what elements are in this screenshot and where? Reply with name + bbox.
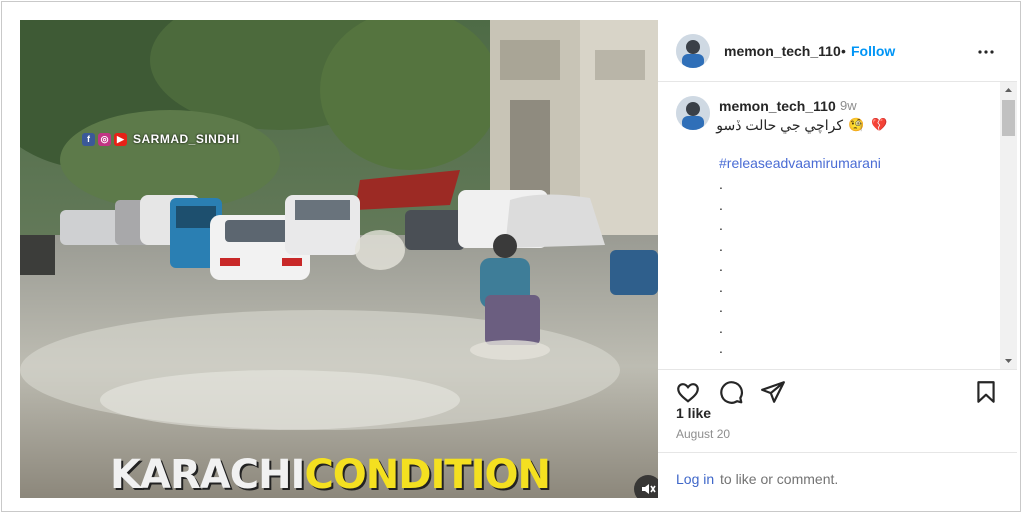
avatar[interactable] [676, 34, 710, 68]
caption-scrollbar[interactable] [1000, 82, 1017, 369]
bookmark-icon[interactable] [973, 379, 999, 405]
share-icon[interactable] [760, 379, 786, 405]
post-side-panel: memon_tech_110 • Follow memon_tech_110 9… [658, 20, 1017, 498]
scrollbar-thumb[interactable] [1002, 100, 1015, 136]
post-frame: f ◎ ▶ SARMAD_SINDHI KARACHICONDITION mem… [1, 1, 1021, 512]
caption-dots: . . . . . . . . . [719, 174, 723, 359]
mute-icon [642, 484, 656, 494]
instagram-icon: ◎ [98, 132, 111, 146]
caption-dot: . [719, 319, 723, 336]
comment-icon[interactable] [718, 379, 744, 405]
caption-dot: . [719, 196, 723, 213]
heartbreak-icon: 💔 [871, 117, 888, 132]
header-username[interactable]: memon_tech_110 [724, 43, 841, 59]
overlay-word-2: CONDITION [304, 452, 551, 498]
youtube-icon: ▶ [114, 132, 127, 146]
watermark-text: SARMAD_SINDHI [133, 132, 240, 146]
caption-avatar[interactable] [676, 96, 710, 130]
video-frame [20, 20, 658, 498]
caption-dot: . [719, 217, 723, 233]
caption-dot: . [719, 176, 723, 192]
action-bar [658, 370, 1017, 414]
login-prompt: Log in to like or comment. [658, 452, 1017, 498]
overlay-word-1: KARACHI [110, 452, 305, 498]
caption-dot: . [719, 258, 723, 274]
caption-time: 9w [840, 98, 857, 113]
scroll-up-icon[interactable] [1000, 82, 1017, 98]
post-header: memon_tech_110 • Follow [658, 20, 1017, 82]
scroll-down-icon[interactable] [1000, 353, 1017, 369]
video-watermark: f ◎ ▶ SARMAD_SINDHI [82, 132, 240, 146]
caption-dot: . [719, 278, 723, 295]
caption-username[interactable]: memon_tech_110 [719, 98, 836, 114]
more-icon[interactable] [974, 40, 998, 64]
monocle-face-icon: 🧐 [848, 117, 865, 132]
caption-dot: . [719, 299, 723, 315]
heart-icon[interactable] [675, 379, 701, 405]
facebook-icon: f [82, 132, 95, 146]
caption-text: كراچي جي حالت ڏسو [716, 117, 843, 133]
caption-hashtag[interactable]: #releaseadvaamirumarani [719, 155, 881, 171]
login-suffix: to like or comment. [720, 471, 839, 487]
mute-button[interactable] [634, 475, 658, 498]
caption-section: memon_tech_110 9w 💔 🧐 كراچي جي حالت ڏسو … [658, 82, 1017, 370]
post-date[interactable]: August 20 [676, 427, 730, 441]
video-title-overlay: KARACHICONDITION [110, 452, 551, 498]
separator-dot: • [841, 43, 846, 59]
login-link[interactable]: Log in [676, 471, 714, 487]
like-count[interactable]: 1 like [676, 405, 711, 421]
caption-dot: . [719, 340, 723, 356]
caption-dot: . [719, 237, 723, 254]
post-video[interactable]: f ◎ ▶ SARMAD_SINDHI KARACHICONDITION [20, 20, 658, 498]
follow-button[interactable]: Follow [851, 43, 895, 59]
